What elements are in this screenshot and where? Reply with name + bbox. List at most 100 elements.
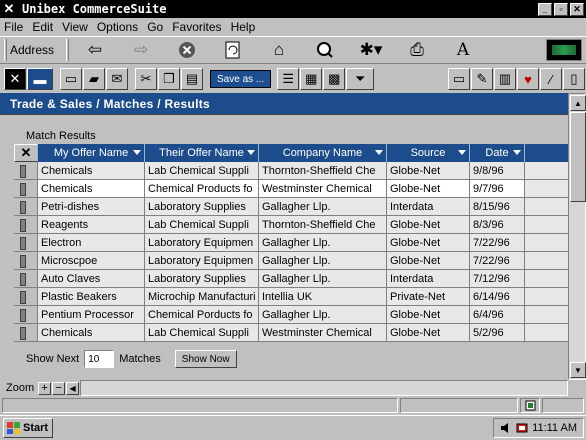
print-icon[interactable]: ⎙ [394, 38, 440, 62]
show-next-count-input[interactable] [84, 350, 115, 368]
row-selector[interactable] [14, 198, 38, 215]
paste-icon[interactable]: ▤ [181, 68, 203, 90]
scroll-left-icon[interactable]: ◀ [66, 381, 80, 395]
table-row[interactable]: Reagents Lab Chemical Suppli Thornton-Shef… [14, 216, 568, 234]
row-selector[interactable] [14, 162, 38, 179]
scroll-up-icon[interactable]: ▲ [570, 95, 586, 111]
column-header-my-offer[interactable]: My Offer Name [38, 144, 145, 162]
refresh-icon[interactable] [210, 38, 256, 62]
scroll-thumb[interactable] [570, 112, 586, 202]
maximize-button[interactable]: ▫ [554, 2, 568, 16]
screen-icon[interactable]: ▬ [27, 68, 53, 90]
menu-help[interactable]: Help [231, 20, 256, 34]
table-cell-filler [525, 270, 568, 287]
select-all-icon[interactable]: ✕ [14, 144, 38, 162]
favorites-icon[interactable]: ✱▾ [348, 38, 394, 62]
menu-favorites[interactable]: Favorites [172, 20, 221, 34]
forward-arrow-icon[interactable]: ⇨ [118, 38, 164, 62]
column-header-source[interactable]: Source [387, 144, 470, 162]
results-table: ✕ My Offer Name Their Offer Name Company… [14, 144, 568, 342]
zoom-in-button[interactable]: + [38, 381, 52, 395]
menu-file[interactable]: File [4, 20, 23, 34]
row-selector[interactable] [14, 234, 38, 251]
table-header: ✕ My Offer Name Their Offer Name Company… [14, 144, 568, 162]
wand-icon[interactable]: ⁄ [540, 68, 562, 90]
table-cell: Westminster Chemical [259, 324, 387, 341]
vertical-scrollbar[interactable]: ▲ ▼ [568, 93, 586, 380]
status-panel-secondary [400, 397, 518, 413]
show-now-button[interactable]: Show Now [174, 350, 237, 368]
copy-icon[interactable]: ❐ [158, 68, 180, 90]
favorite-heart-icon[interactable]: ♥ [517, 68, 539, 90]
cut-icon[interactable]: ✂ [135, 68, 157, 90]
properties-icon[interactable]: ▯ [563, 68, 585, 90]
clock[interactable]: 11:11 AM [532, 422, 577, 434]
toolbar-grip[interactable] [66, 39, 70, 61]
column-header-date[interactable]: Date [470, 144, 525, 162]
zoom-bar: Zoom + − ◀ [0, 380, 586, 396]
table-cell: Laboratory Equipmen [145, 252, 259, 269]
row-selector[interactable] [14, 324, 38, 341]
row-selector[interactable] [14, 270, 38, 287]
row-selector[interactable] [14, 252, 38, 269]
table-cell: Auto Claves [38, 270, 145, 287]
table-row[interactable]: Electron Laboratory Equipmen Gallagher Llp… [14, 234, 568, 252]
menu-options[interactable]: Options [97, 20, 138, 34]
network-icon[interactable] [516, 422, 528, 434]
toolbar-grip[interactable] [4, 39, 7, 61]
close-x-icon[interactable]: ✕ [4, 68, 26, 90]
row-selector[interactable] [14, 306, 38, 323]
window-icon[interactable]: ▭ [448, 68, 470, 90]
table-row[interactable]: Plastic Beakers Microchip Manufacturi Inte… [14, 288, 568, 306]
new-document-icon[interactable]: ▭ [60, 68, 82, 90]
back-arrow-icon[interactable]: ⇦ [72, 38, 118, 62]
horizontal-scrollbar[interactable] [80, 380, 568, 396]
start-button[interactable]: Start [3, 418, 53, 438]
security-icon [520, 397, 540, 413]
table-row[interactable]: Microscpoe Laboratory Equipmen Gallagher L… [14, 252, 568, 270]
font-size-icon[interactable]: A [440, 38, 486, 62]
table-cell: Gallagher Llp. [259, 270, 387, 287]
table-row[interactable]: Petri-dishes Laboratory Supplies Gallagher… [14, 198, 568, 216]
table-cell: Globe-Net [387, 324, 470, 341]
zoom-out-button[interactable]: − [52, 381, 66, 395]
column-header-their-offer[interactable]: Their Offer Name [145, 144, 259, 162]
details-view-icon[interactable]: ▦ [300, 68, 323, 90]
scroll-down-icon[interactable]: ▼ [570, 362, 586, 378]
stop-icon[interactable] [164, 38, 210, 62]
close-button[interactable]: ✕ [570, 2, 584, 16]
menu-view[interactable]: View [62, 20, 88, 34]
menu-go[interactable]: Go [147, 20, 163, 34]
address-label[interactable]: Address [10, 43, 54, 57]
save-as-button[interactable]: Save as ... [210, 70, 272, 88]
column-header-company[interactable]: Company Name [259, 144, 387, 162]
taskbar: Start 11:11 AM [0, 415, 586, 440]
table-row[interactable]: Chemicals Chemical Products fo Westminster… [14, 180, 568, 198]
app-close-x-icon[interactable]: ✕ [0, 0, 18, 18]
table-row[interactable]: Chemicals Lab Chemical Suppli Thornton-She… [14, 162, 568, 180]
table-cell-filler [525, 180, 568, 197]
tree-view-icon[interactable]: ▩ [323, 68, 346, 90]
row-selector[interactable] [14, 180, 38, 197]
filter-icon[interactable]: ⏷ [346, 68, 375, 90]
open-folder-icon[interactable]: ▰ [83, 68, 105, 90]
notes-icon[interactable]: ▥ [494, 68, 516, 90]
search-icon[interactable] [302, 38, 348, 62]
list-view-icon[interactable]: ☰ [277, 68, 300, 90]
edit-pencil-icon[interactable]: ✎ [471, 68, 493, 90]
row-selector[interactable] [14, 288, 38, 305]
column-header-filler [525, 144, 568, 162]
table-cell: 7/12/96 [470, 270, 525, 287]
speaker-icon[interactable] [500, 422, 512, 434]
menu-edit[interactable]: Edit [32, 20, 53, 34]
mail-icon[interactable]: ✉ [106, 68, 128, 90]
table-cell: Chemical Porducts fo [145, 306, 259, 323]
home-icon[interactable]: ⌂ [256, 38, 302, 62]
minimize-button[interactable]: _ [538, 2, 552, 16]
row-selector[interactable] [14, 216, 38, 233]
table-row[interactable]: Chemicals Lab Chemical Suppli Westminster … [14, 324, 568, 342]
table-row[interactable]: Pentium Processor Chemical Porducts fo Gal… [14, 306, 568, 324]
status-bar [0, 396, 586, 414]
table-row[interactable]: Auto Claves Laboratory Supplies Gallagher … [14, 270, 568, 288]
table-cell: Lab Chemical Suppli [145, 324, 259, 341]
